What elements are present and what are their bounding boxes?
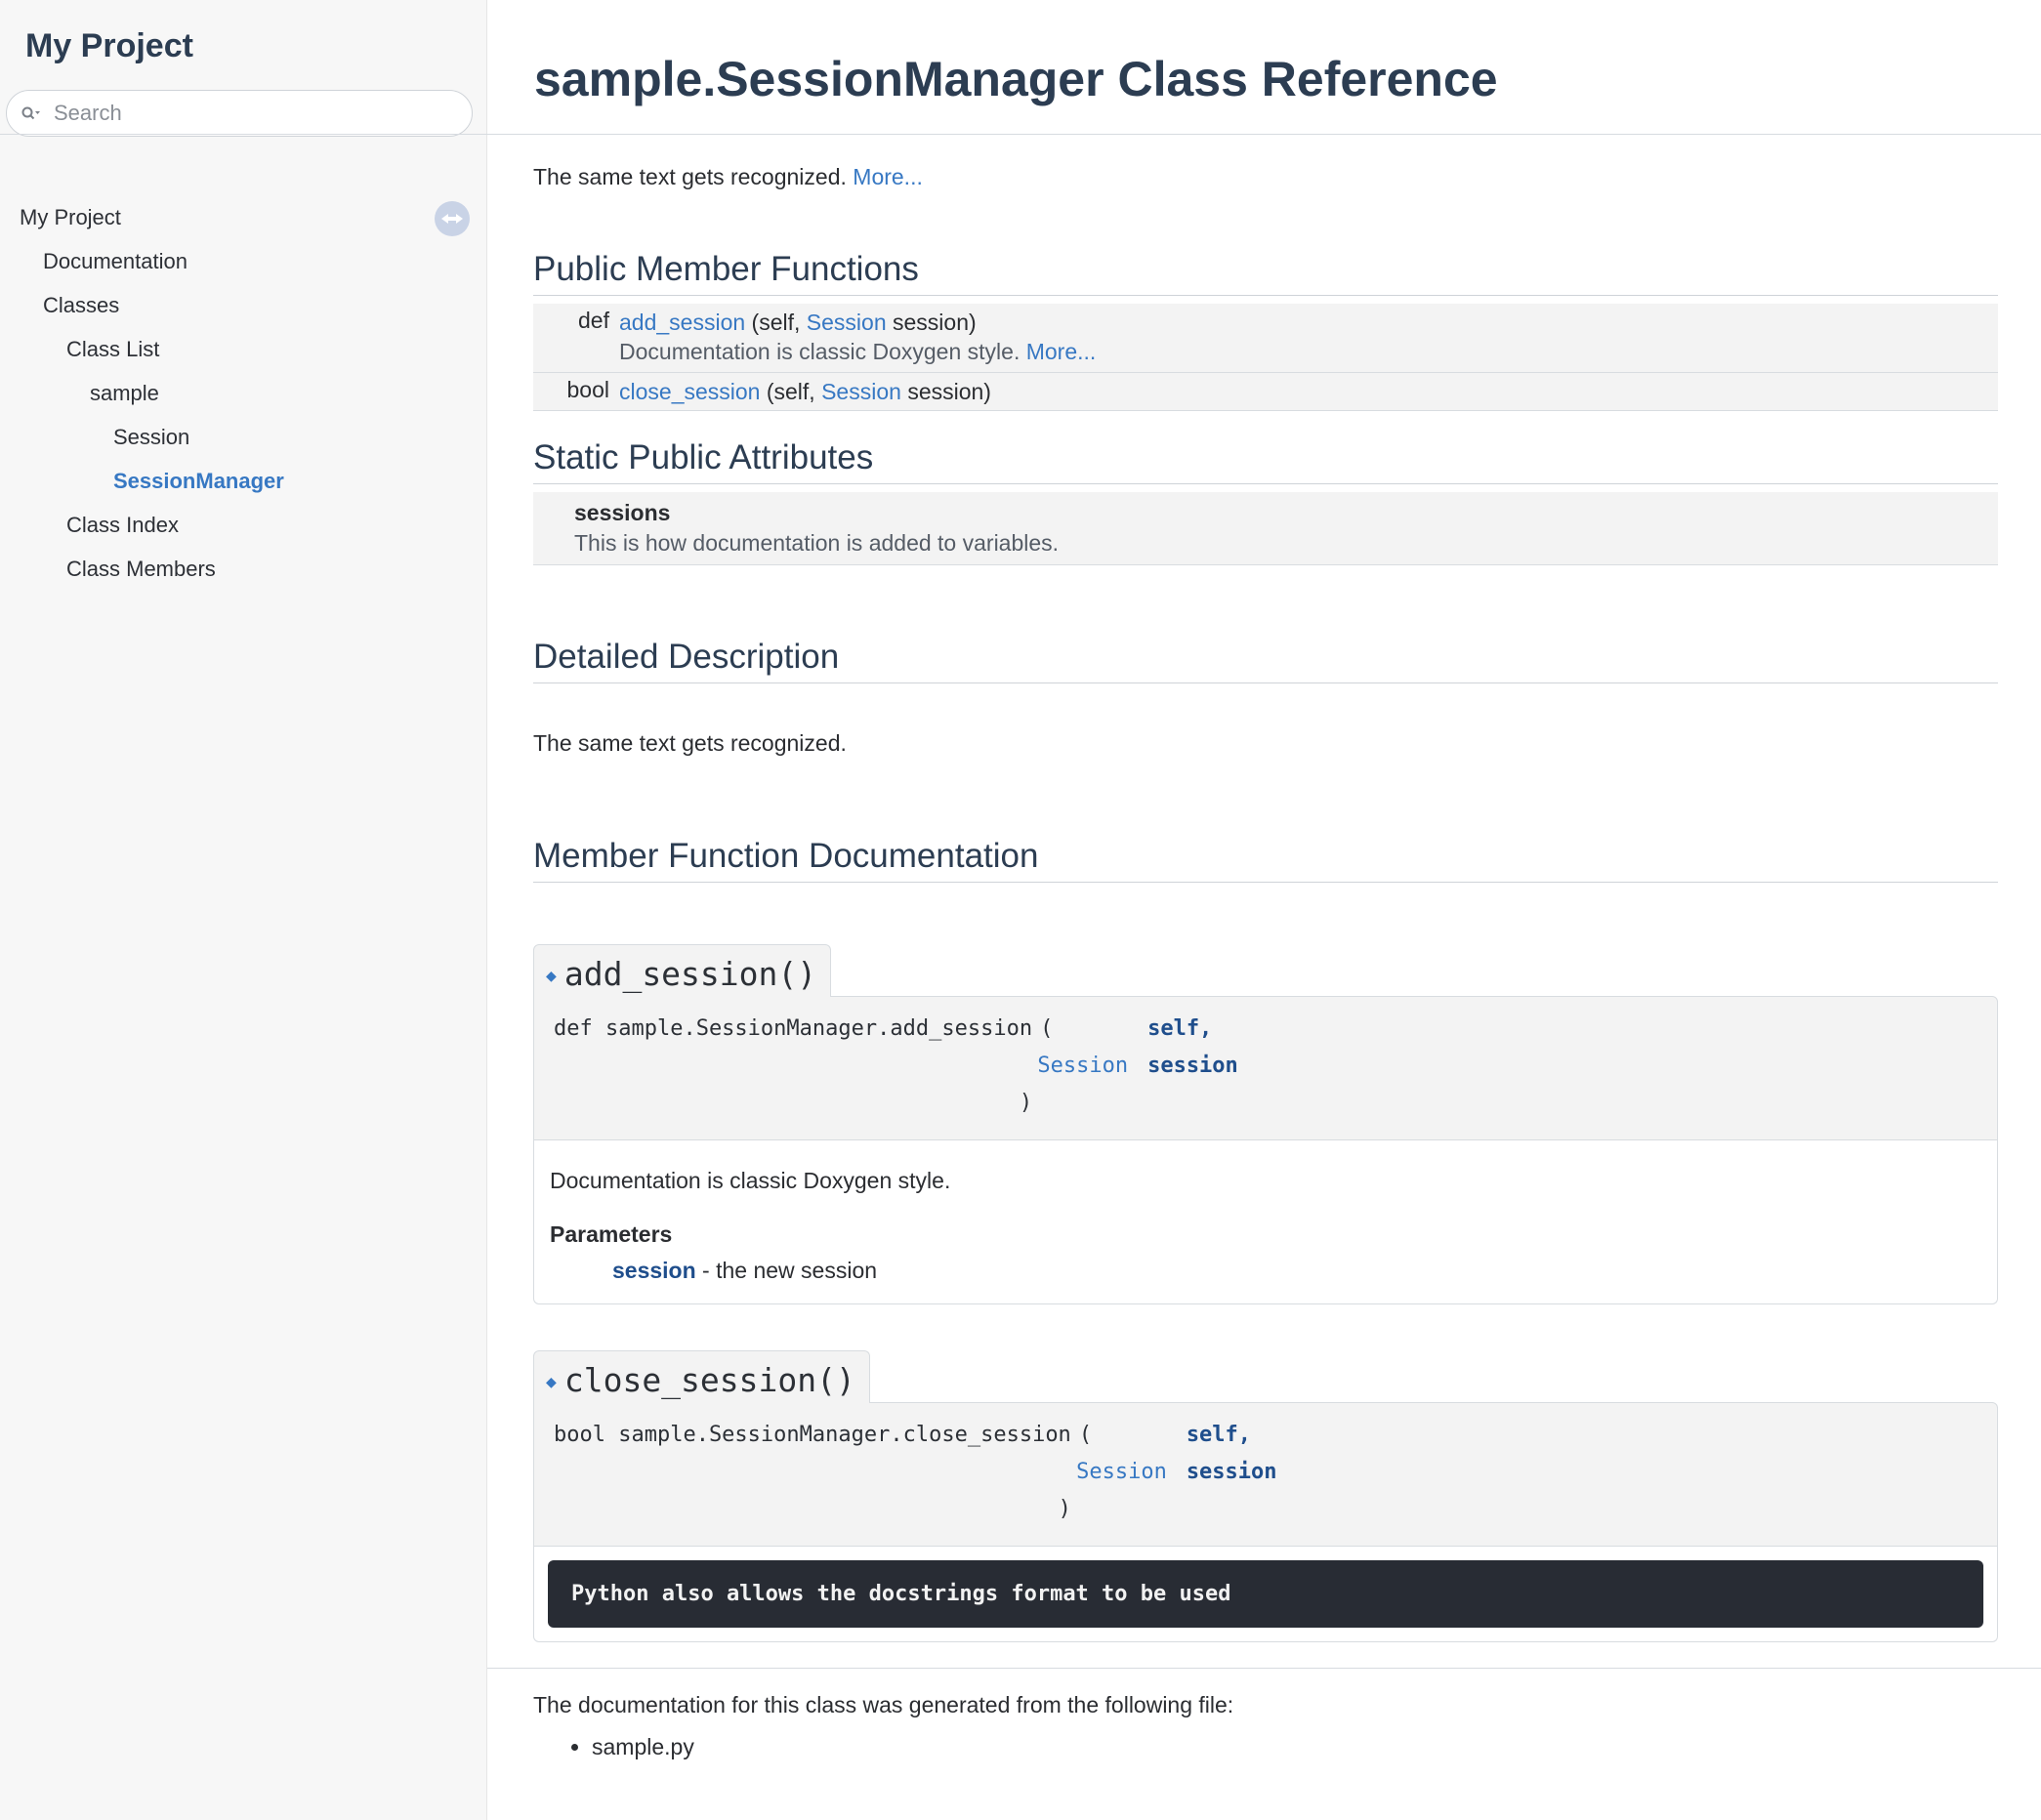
session-type-link[interactable]: Session bbox=[1071, 1460, 1187, 1497]
nav-item-class-list[interactable]: Class List bbox=[0, 327, 487, 371]
session-type-link[interactable]: Session bbox=[807, 310, 887, 335]
add-session-link[interactable]: add_session bbox=[619, 310, 745, 335]
generated-from-text: The documentation for this class was gen… bbox=[533, 1692, 1234, 1717]
nav-item-my-project[interactable]: My Project bbox=[0, 195, 487, 239]
nav-item-documentation[interactable]: Documentation bbox=[0, 239, 487, 283]
nav-item-class-members[interactable]: Class Members bbox=[0, 547, 487, 591]
memdoc-title: ◆ add_session() bbox=[533, 944, 832, 997]
session-type-link[interactable]: Session bbox=[1032, 1054, 1147, 1091]
file-list: sample.py bbox=[533, 1734, 1998, 1760]
nav-item-session[interactable]: Session bbox=[0, 415, 487, 459]
public-member-functions-heading: Public Member Functions bbox=[533, 250, 1998, 296]
static-public-attributes-heading: Static Public Attributes bbox=[533, 438, 1998, 484]
session-type-link[interactable]: Session bbox=[821, 379, 901, 404]
table-row: bool close_session (self, Session sessio… bbox=[533, 372, 1998, 411]
attribute-row: sessions This is how documentation is ad… bbox=[533, 492, 1998, 565]
nav-item-classes[interactable]: Classes bbox=[0, 283, 487, 327]
brief-description: The same text gets recognized. More... bbox=[533, 164, 923, 189]
function-prototype: bool sample.SessionManager.close_session… bbox=[533, 1402, 1998, 1547]
page-header: sample.SessionManager Class Reference bbox=[0, 0, 2041, 135]
parameter-name: session bbox=[612, 1258, 696, 1283]
function-prototype: def sample.SessionManager.add_session ( … bbox=[533, 996, 1998, 1140]
memdoc-title: ◆ close_session() bbox=[533, 1350, 870, 1403]
sidebar: My Project My Project Documentation Clas… bbox=[0, 0, 487, 1820]
add-session-more-link[interactable]: More... bbox=[1026, 339, 1097, 364]
nav-item-sample[interactable]: sample bbox=[0, 371, 487, 415]
memdoc-close-session: ◆ close_session() bool sample.SessionMana… bbox=[533, 1349, 1998, 1642]
diamond-icon: ◆ bbox=[546, 966, 557, 986]
parameters-label: Parameters bbox=[550, 1221, 673, 1247]
close-session-link[interactable]: close_session bbox=[619, 379, 760, 404]
diamond-icon: ◆ bbox=[546, 1372, 557, 1392]
detailed-description-heading: Detailed Description bbox=[533, 638, 1998, 683]
parameter-row: session - the new session bbox=[612, 1258, 878, 1283]
nav-item-class-index[interactable]: Class Index bbox=[0, 503, 487, 547]
return-type: def bbox=[578, 308, 609, 333]
attribute-description: This is how documentation is added to va… bbox=[574, 530, 1060, 556]
memdoc-add-session: ◆ add_session() def sample.SessionManager… bbox=[533, 943, 1998, 1304]
page-title: sample.SessionManager Class Reference bbox=[534, 52, 1498, 106]
member-functions-table: def add_session (self, Session session) … bbox=[533, 304, 1998, 411]
table-row: def add_session (self, Session session) … bbox=[533, 304, 1998, 373]
nav-item-sessionmanager[interactable]: SessionManager bbox=[0, 459, 487, 503]
code-block: Python also allows the docstrings format… bbox=[548, 1560, 1983, 1628]
attribute-name: sessions bbox=[574, 500, 671, 525]
more-link[interactable]: More... bbox=[853, 164, 923, 189]
return-type: bool bbox=[566, 377, 609, 402]
file-link[interactable]: sample.py bbox=[592, 1734, 1998, 1760]
memdoc-body: Python also allows the docstrings format… bbox=[533, 1547, 1998, 1642]
footer-divider bbox=[487, 1668, 2041, 1669]
main-content: sample.SessionManager Class Reference Th… bbox=[0, 0, 2041, 1820]
detailed-description-text: The same text gets recognized. bbox=[533, 730, 847, 756]
member-function-documentation-heading: Member Function Documentation bbox=[533, 837, 1998, 883]
nav-tree: My Project Documentation Classes Class L… bbox=[0, 195, 487, 591]
memdoc-body: Documentation is classic Doxygen style. … bbox=[533, 1140, 1998, 1304]
